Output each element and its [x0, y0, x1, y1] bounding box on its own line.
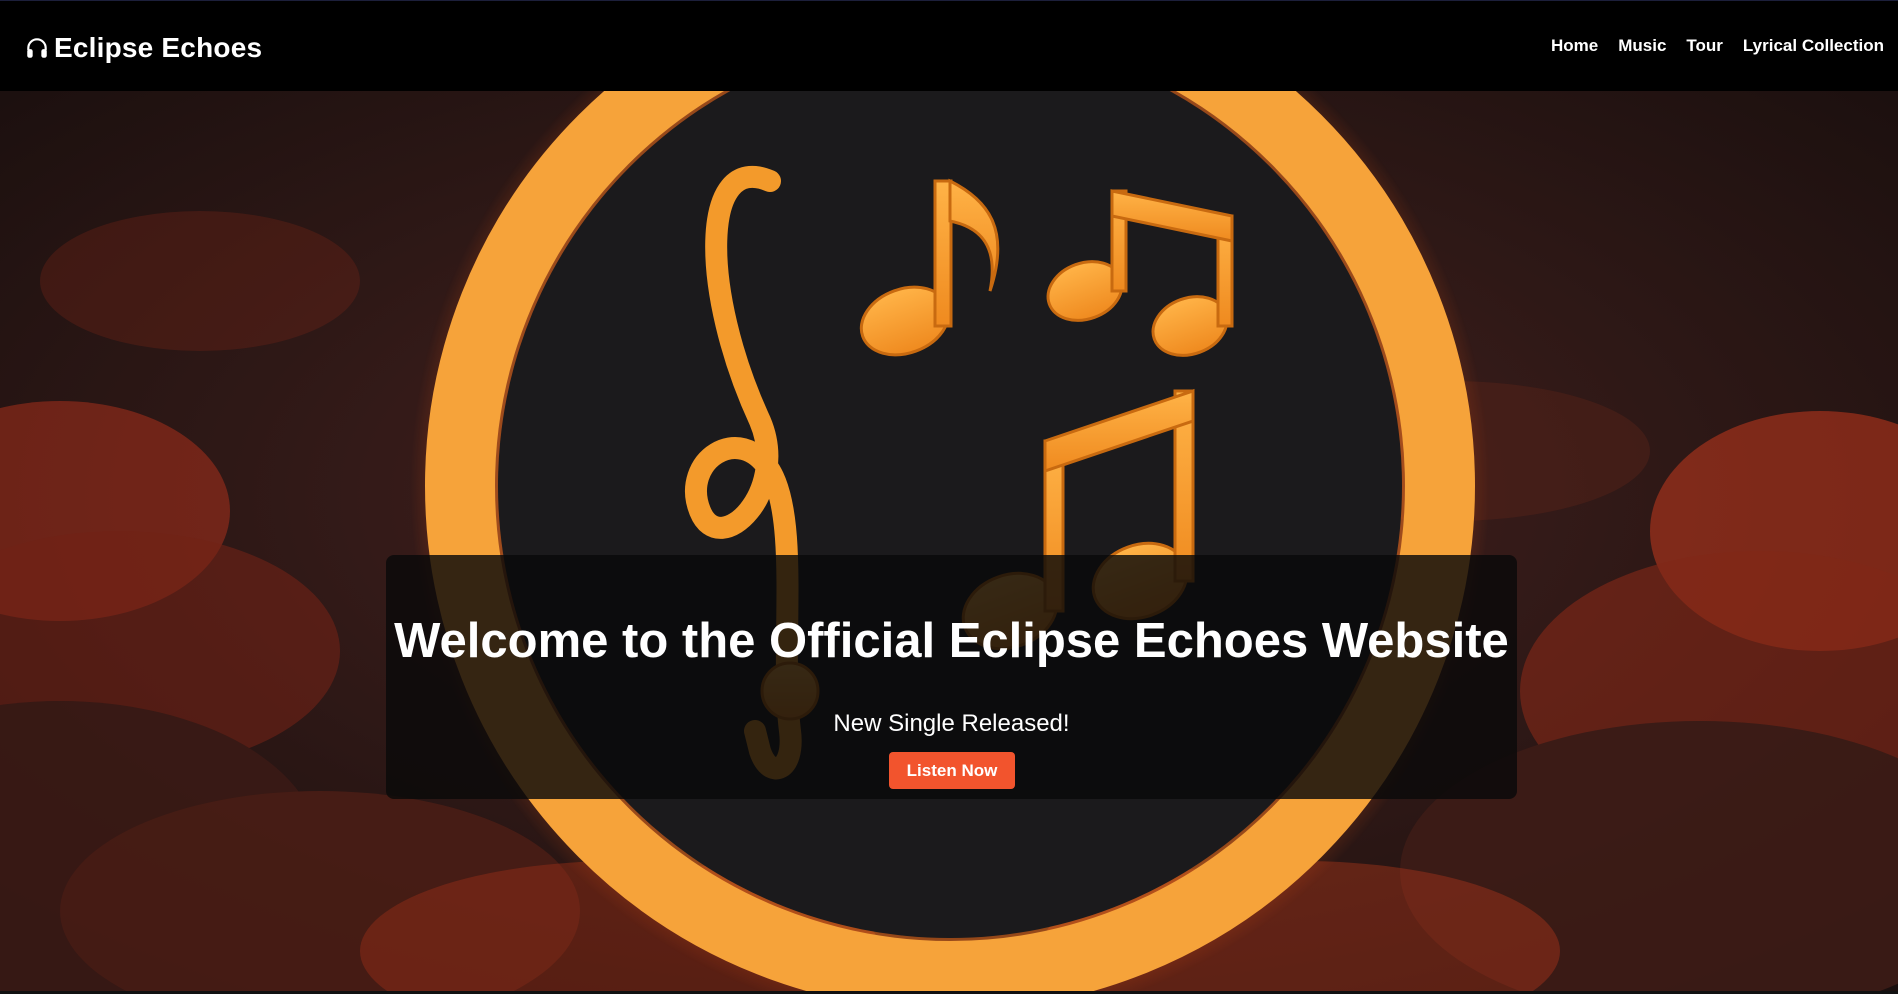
hero-overlay-card: Welcome to the Official Eclipse Echoes W… — [386, 555, 1517, 799]
nav-home[interactable]: Home — [1551, 36, 1598, 56]
listen-now-button[interactable]: Listen Now — [889, 752, 1015, 789]
hero-subtitle: New Single Released! — [833, 710, 1070, 737]
brand-name: Eclipse Echoes — [54, 32, 263, 63]
top-navbar: Eclipse Echoes Home Music Tour Lyrical C… — [0, 0, 1898, 91]
hero-title: Welcome to the Official Eclipse Echoes W… — [394, 614, 1509, 668]
main-nav: Home Music Tour Lyrical Collection — [1551, 36, 1884, 56]
nav-music[interactable]: Music — [1618, 36, 1666, 56]
brand-logo[interactable]: Eclipse Echoes — [24, 32, 262, 64]
nav-lyrical-collection[interactable]: Lyrical Collection — [1743, 36, 1884, 56]
headphones-icon — [24, 35, 50, 61]
hero-background-image — [0, 91, 1898, 994]
hero-section: Welcome to the Official Eclipse Echoes W… — [0, 91, 1898, 994]
nav-tour[interactable]: Tour — [1686, 36, 1723, 56]
